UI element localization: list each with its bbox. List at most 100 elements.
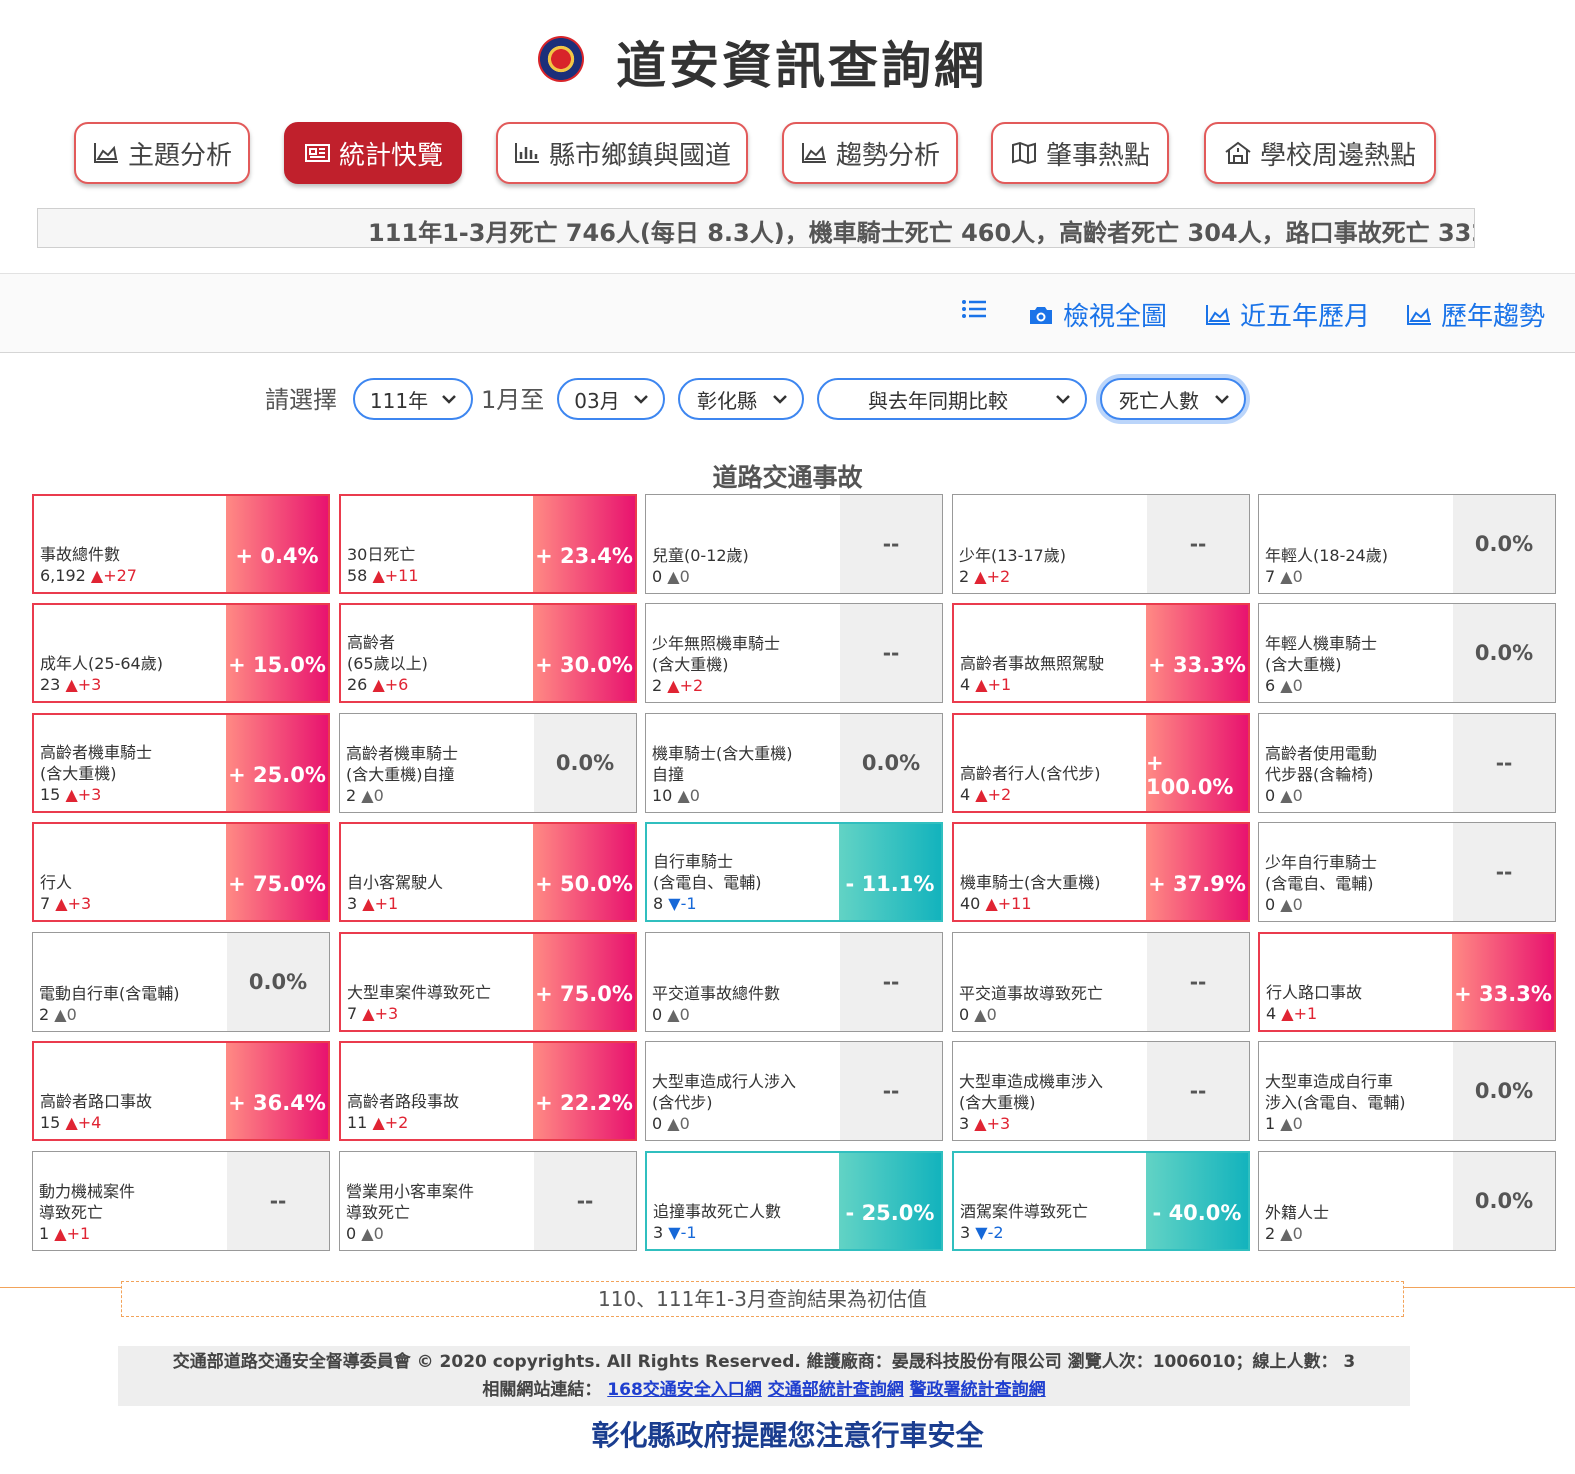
nav-label: 學校周邊熱點 <box>1259 140 1416 171</box>
stat-card[interactable]: 30日死亡 58 ▲+11 + 23.4% <box>339 494 637 594</box>
stat-card[interactable]: 電動自行車(含電輔) 2 ▲0 0.0% <box>32 932 330 1032</box>
stat-card[interactable]: 事故總件數 6,192 ▲+27 + 0.4% <box>32 494 330 594</box>
stat-card[interactable]: 年輕人(18-24歲) 7 ▲0 0.0% <box>1258 494 1556 594</box>
card-info: 追撞事故死亡人數 3 ▼-1 <box>653 1201 839 1243</box>
card-info: 高齡者路段事故 11 ▲+2 <box>347 1091 533 1133</box>
stat-card[interactable]: 機車騎士(含大重機) 40 ▲+11 + 37.9% <box>952 822 1250 922</box>
stat-card[interactable]: 大型車造成機車涉入 (含大重機) 3 ▲+3 -- <box>952 1041 1250 1141</box>
card-info: 自行車騎士 (含電自、電輔) 8 ▼-1 <box>653 851 839 914</box>
card-value-line: 6,192 ▲+27 <box>40 565 226 586</box>
list-view-button[interactable] <box>960 296 988 322</box>
link-168-portal[interactable]: 168交通安全入口網 <box>607 1380 762 1400</box>
year-select[interactable]: 111年 <box>353 378 473 420</box>
triangle-up-icon: ▲ <box>49 1005 67 1024</box>
stat-card[interactable]: 高齡者路段事故 11 ▲+2 + 22.2% <box>339 1041 637 1141</box>
stat-card[interactable]: 大型車造成行人涉入 (含代步) 0 ▲0 -- <box>645 1041 943 1141</box>
stat-card[interactable]: 高齡者事故無照駕駛 4 ▲+1 + 33.3% <box>952 603 1250 703</box>
stat-card[interactable]: 高齡者使用電動 代步器(含輪椅) 0 ▲0 -- <box>1258 713 1556 813</box>
stat-card[interactable]: 高齡者路口事故 15 ▲+4 + 36.4% <box>32 1041 330 1141</box>
nav-topic-analysis[interactable]: 主題分析 <box>74 122 250 184</box>
triangle-up-icon: ▲ <box>662 567 680 586</box>
triangle-up-icon: ▲ <box>49 1224 67 1243</box>
nav-county-town-highway[interactable]: 縣市鄉鎮與國道 <box>496 122 748 184</box>
card-value-line: 7 ▲+3 <box>347 1003 533 1024</box>
card-delta: +2 <box>679 676 704 695</box>
card-percent-change: -- <box>840 933 942 1031</box>
triangle-down-icon: ▼ <box>663 894 681 913</box>
stat-card[interactable]: 營業用小客車案件 導致死亡 0 ▲0 -- <box>339 1151 637 1251</box>
month-select[interactable]: 03月 <box>557 378 665 420</box>
estimate-note: 110、111年1-3月查詢結果為初估值 <box>121 1281 1404 1317</box>
stat-card[interactable]: 動力機械案件 導致死亡 1 ▲+1 -- <box>32 1151 330 1251</box>
stat-card[interactable]: 自行車騎士 (含電自、電輔) 8 ▼-1- 11.1% <box>645 822 943 922</box>
link-motc-stats[interactable]: 交通部統計查詢網 <box>768 1380 904 1400</box>
nav-school-hotspot[interactable]: 學校周邊熱點 <box>1204 122 1436 184</box>
link-police-stats[interactable]: 警政署統計查詢網 <box>910 1380 1046 1400</box>
card-info: 高齡者事故無照駕駛 4 ▲+1 <box>960 653 1146 695</box>
county-select[interactable]: 彰化縣 <box>678 378 804 420</box>
stat-card[interactable]: 少年(13-17歲) 2 ▲+2 -- <box>952 494 1250 594</box>
card-value-line: 0 ▲0 <box>652 566 840 587</box>
view-all-button[interactable]: 檢視全圖 <box>1027 296 1167 333</box>
card-percent-change: 0.0% <box>840 714 942 812</box>
card-value-line: 0 ▲0 <box>959 1004 1147 1025</box>
site-header: 道安資訊查詢網 <box>0 0 1575 110</box>
stat-card[interactable]: 行人路口事故 4 ▲+1 + 33.3% <box>1258 932 1556 1032</box>
nav-stat-overview[interactable]: 統計快覽 <box>284 122 462 184</box>
card-value: 0 <box>652 1005 663 1024</box>
card-value: 15 <box>40 1113 61 1132</box>
card-percent-change: - 25.0% <box>839 1153 941 1249</box>
chevron-down-icon <box>634 395 648 404</box>
nav-trend-analysis[interactable]: 趨勢分析 <box>782 122 958 184</box>
stat-card[interactable]: 少年自行車騎士 (含電自、電輔) 0 ▲0 -- <box>1258 822 1556 922</box>
compare-select[interactable]: 與去年同期比較 <box>817 378 1087 420</box>
stat-card[interactable]: 年輕人機車騎士 (含大重機) 6 ▲0 0.0% <box>1258 603 1556 703</box>
stat-card[interactable]: 成年人(25-64歲) 23 ▲+3 + 15.0% <box>32 603 330 703</box>
stat-card[interactable]: 外籍人士 2 ▲0 0.0% <box>1258 1151 1556 1251</box>
card-delta: -1 <box>680 894 697 913</box>
school-icon <box>1225 141 1251 164</box>
stat-card[interactable]: 平交道事故總件數 0 ▲0 -- <box>645 932 943 1032</box>
card-percent-change: - 40.0% <box>1146 1153 1248 1249</box>
stat-card[interactable]: 少年無照機車騎士 (含大重機) 2 ▲+2 -- <box>645 603 943 703</box>
stat-card[interactable]: 高齡者行人(含代步) 4 ▲+2 + 100.0% <box>952 713 1250 813</box>
card-info: 兒童(0-12歲) 0 ▲0 <box>652 545 840 587</box>
card-label: 機車騎士(含大重機) <box>960 873 1101 892</box>
card-delta: -1 <box>680 1223 697 1242</box>
card-value-line: 3 ▼-2 <box>960 1222 1146 1243</box>
stat-card[interactable]: 平交道事故導致死亡 0 ▲0 -- <box>952 932 1250 1032</box>
history-label: 歷年趨勢 <box>1441 302 1546 332</box>
card-label: 年輕人(18-24歲) <box>1265 546 1388 565</box>
stat-card[interactable]: 高齡者機車騎士 (含大重機)自撞 2 ▲0 0.0% <box>339 713 637 813</box>
card-info: 大型車造成行人涉入 (含代步) 0 ▲0 <box>652 1071 840 1134</box>
card-percent-change: + 30.0% <box>533 605 635 701</box>
card-delta: +3 <box>77 675 102 694</box>
nav-accident-hotspot[interactable]: 肇事熱點 <box>991 122 1169 184</box>
stat-card[interactable]: 高齡者 (65歲以上) 26 ▲+6 + 30.0% <box>339 603 637 703</box>
stat-card[interactable]: 自小客駕駛人 3 ▲+1 + 50.0% <box>339 822 637 922</box>
metric-select[interactable]: 死亡人數 <box>1100 378 1246 420</box>
stat-card[interactable]: 大型車造成自行車 涉入(含電自、電輔) 1 ▲0 0.0% <box>1258 1041 1556 1141</box>
card-delta: +4 <box>77 1113 102 1132</box>
stat-card[interactable]: 追撞事故死亡人數 3 ▼-1- 25.0% <box>645 1151 943 1251</box>
card-info: 機車騎士(含大重機) 自撞 10 ▲0 <box>652 743 840 806</box>
triangle-up-icon: ▲ <box>1275 1114 1293 1133</box>
nav-label: 縣市鄉鎮與國道 <box>548 140 731 171</box>
card-value: 3 <box>959 1114 970 1133</box>
stat-card[interactable]: 高齡者機車騎士 (含大重機) 15 ▲+3 + 25.0% <box>32 713 330 813</box>
stat-card[interactable]: 酒駕案件導致死亡 3 ▼-2- 40.0% <box>952 1151 1250 1251</box>
card-info: 年輕人機車騎士 (含大重機) 6 ▲0 <box>1265 633 1453 696</box>
stat-card[interactable]: 大型車案件導致死亡 7 ▲+3 + 75.0% <box>339 932 637 1032</box>
card-label: 高齡者事故無照駕駛 <box>960 654 1105 673</box>
five-year-monthly-button[interactable]: 近五年歷月 <box>1204 296 1370 333</box>
card-label: 高齡者 (65歲以上) <box>347 633 428 673</box>
nav-label: 肇事熱點 <box>1045 140 1150 171</box>
card-info: 高齡者行人(含代步) 4 ▲+2 <box>960 763 1146 805</box>
triangle-up-icon: ▲ <box>969 1005 987 1024</box>
card-value: 6,192 <box>40 566 86 585</box>
card-value: 2 <box>346 786 357 805</box>
stat-card[interactable]: 機車騎士(含大重機) 自撞 10 ▲0 0.0% <box>645 713 943 813</box>
history-trend-button[interactable]: 歷年趨勢 <box>1405 296 1545 333</box>
stat-card[interactable]: 行人 7 ▲+3 + 75.0% <box>32 822 330 922</box>
stat-card[interactable]: 兒童(0-12歲) 0 ▲0 -- <box>645 494 943 594</box>
